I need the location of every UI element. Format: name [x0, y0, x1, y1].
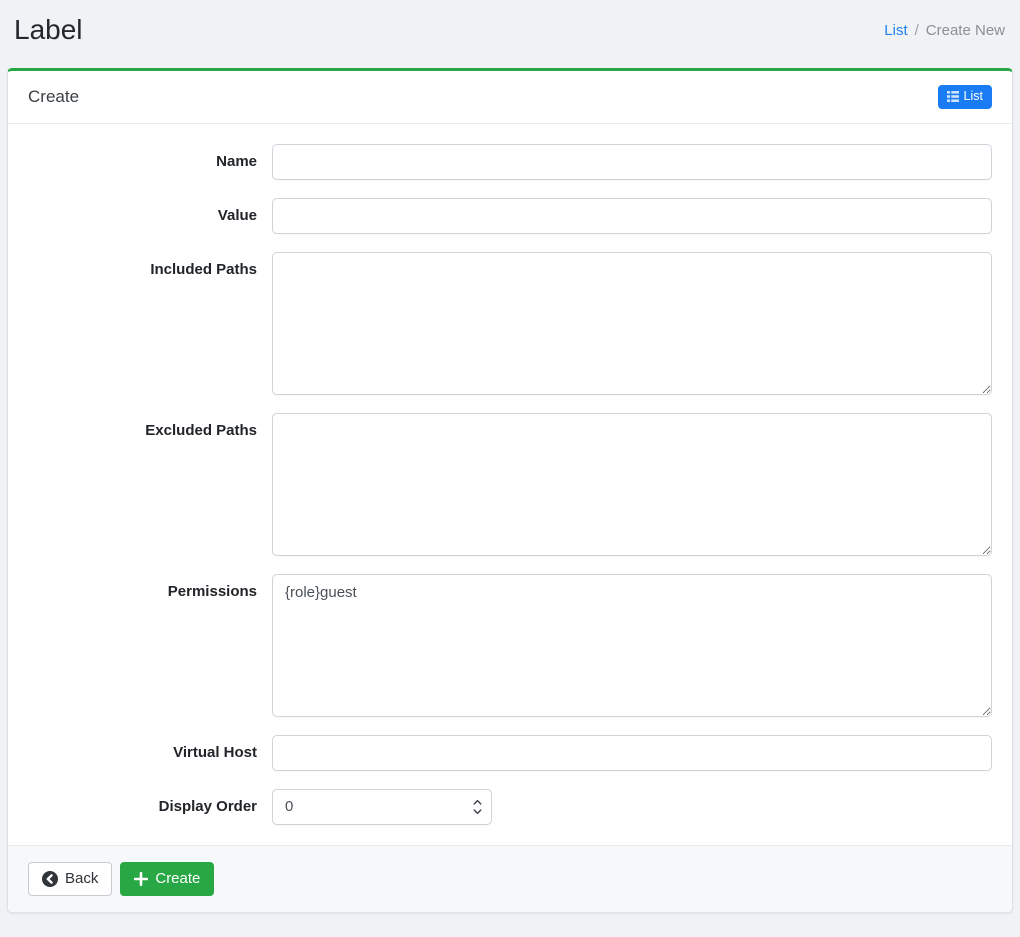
name-input[interactable] — [272, 143, 992, 180]
create-button[interactable]: Create — [120, 861, 215, 896]
display-order-input[interactable] — [272, 788, 492, 825]
permissions-label: Permissions — [167, 582, 257, 600]
page-header: Label List / Create New — [0, 0, 1020, 60]
display-order-label: Display Order — [158, 797, 257, 815]
form-row-virtual-host: Virtual Host — [28, 734, 992, 771]
list-button-label: List — [963, 89, 983, 103]
form-row-display-order: Display Order — [28, 788, 992, 825]
page-title: Label — [14, 14, 83, 45]
back-button[interactable]: Back — [28, 861, 113, 896]
arrow-circle-left-icon — [42, 870, 58, 887]
breadcrumb: List / Create New — [884, 22, 1005, 39]
included-paths-label: Included Paths — [150, 260, 257, 278]
create-card: Create List Name Value Included Paths Ex… — [7, 68, 1013, 913]
card-title: Create — [28, 86, 80, 106]
form-row-permissions: Permissions {role}guest — [28, 573, 992, 717]
included-paths-textarea[interactable] — [272, 251, 992, 395]
create-form: Name Value Included Paths Excluded Paths… — [8, 124, 1012, 845]
form-row-included-paths: Included Paths — [28, 251, 992, 395]
table-list-icon — [946, 91, 959, 103]
plus-icon — [134, 871, 149, 886]
breadcrumb-list-link[interactable]: List — [884, 22, 907, 39]
form-row-excluded-paths: Excluded Paths — [28, 412, 992, 556]
number-spinner-icon[interactable] — [472, 797, 483, 817]
value-input[interactable] — [272, 197, 992, 234]
display-order-field — [272, 788, 492, 825]
breadcrumb-current: Create New — [925, 21, 1005, 39]
card-header: Create List — [8, 71, 1012, 124]
form-row-name: Name — [28, 143, 992, 180]
value-label: Value — [217, 206, 257, 224]
virtual-host-label: Virtual Host — [173, 743, 257, 761]
list-button[interactable]: List — [937, 85, 992, 109]
form-row-value: Value — [28, 197, 992, 234]
breadcrumb-separator: / — [914, 21, 919, 39]
create-button-label: Create — [155, 869, 201, 887]
excluded-paths-label: Excluded Paths — [145, 421, 257, 439]
back-button-label: Back — [65, 869, 99, 887]
name-label: Name — [216, 152, 257, 170]
card-footer: Back Create — [8, 844, 1012, 912]
permissions-textarea[interactable]: {role}guest — [272, 573, 992, 717]
excluded-paths-textarea[interactable] — [272, 412, 992, 556]
virtual-host-input[interactable] — [272, 734, 992, 771]
